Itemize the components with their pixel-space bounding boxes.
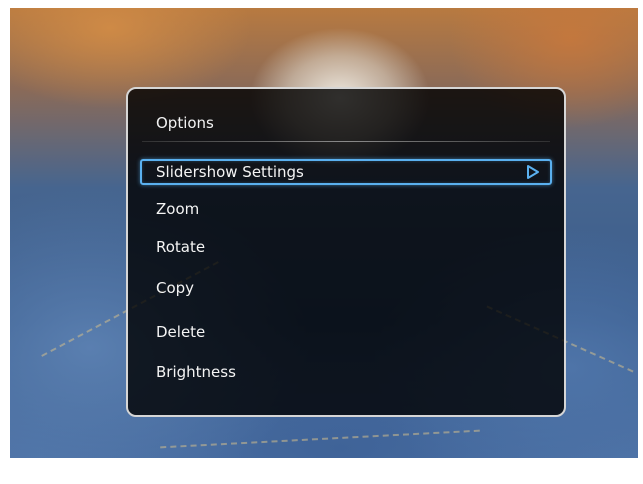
play-triangle-icon [527,165,539,179]
menu-title: Options [156,114,214,132]
menu-item-delete[interactable]: Delete [140,320,552,346]
jeans-seam-decoration [160,429,480,449]
options-menu-panel: Options Slidershow Settings Zoom Rotate … [126,87,566,417]
menu-item-brightness[interactable]: Brightness [140,360,552,386]
menu-item-copy[interactable]: Copy [140,276,552,302]
menu-item-label: Zoom [156,200,200,218]
menu-item-label: Slidershow Settings [156,163,304,181]
menu-item-zoom[interactable]: Zoom [140,197,552,223]
menu-item-rotate[interactable]: Rotate [140,235,552,261]
title-divider [142,141,550,142]
menu-item-label: Copy [156,279,195,297]
menu-item-label: Delete [156,323,206,341]
menu-item-label: Rotate [156,238,206,256]
menu-item-label: Brightness [156,363,236,381]
menu-item-slideshow-settings[interactable]: Slidershow Settings [140,159,552,185]
